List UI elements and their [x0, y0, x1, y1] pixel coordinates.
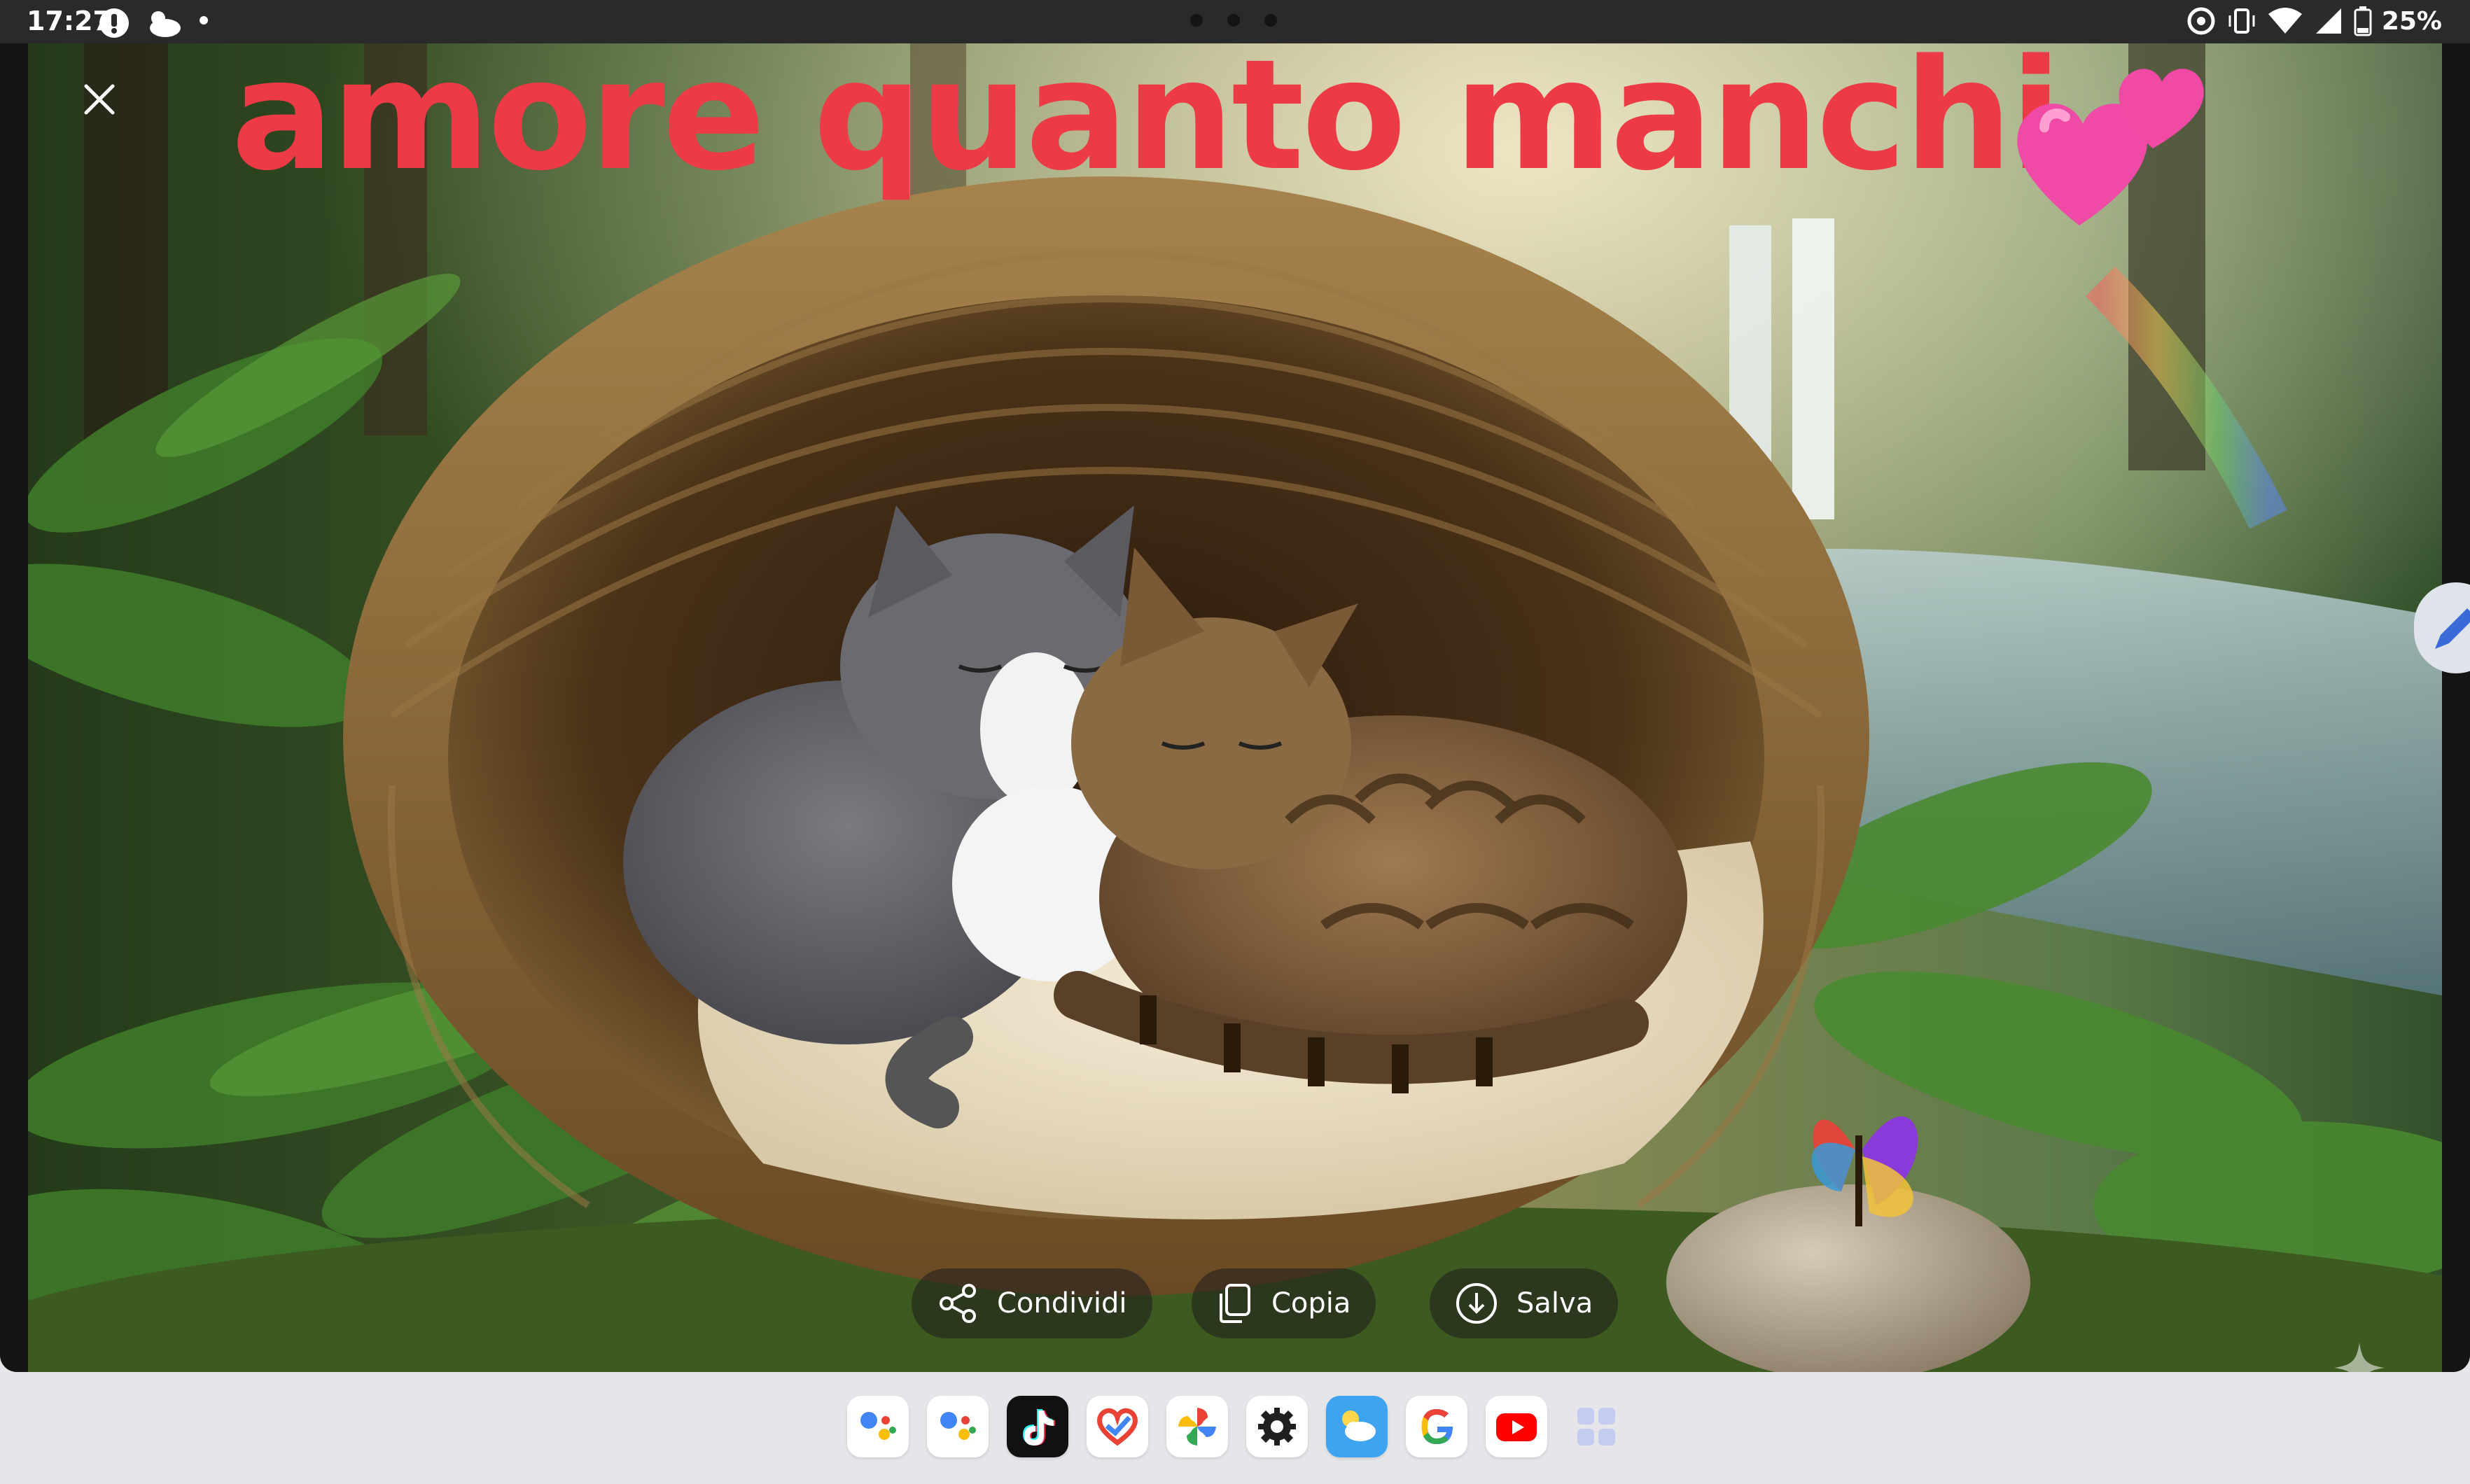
close-icon: [84, 84, 115, 115]
sparkle-watermark-icon: [2334, 1343, 2385, 1372]
battery-icon: [2354, 6, 2372, 36]
dock-app-list: [847, 1396, 1627, 1457]
dot: [1264, 14, 1277, 27]
caption-overlay-text: amore quanto manchi: [231, 27, 2062, 204]
google-assistant-icon[interactable]: [927, 1396, 989, 1457]
pencil-icon: [2435, 608, 2470, 649]
battery-percentage: 25%: [2381, 6, 2442, 36]
data-saver-icon: [2187, 7, 2215, 35]
status-indicators: 25%: [2186, 6, 2442, 36]
app-drawer-icon[interactable]: [1565, 1396, 1627, 1457]
share-button[interactable]: Condividi: [912, 1268, 1152, 1338]
youtube-icon[interactable]: [1486, 1396, 1547, 1457]
weather-cloudy-icon: [150, 11, 181, 37]
taskbar-dock: [0, 1372, 2470, 1484]
wifi-icon: [2268, 8, 2302, 34]
copy-icon: [1220, 1284, 1250, 1323]
save-label: Salva: [1516, 1287, 1593, 1320]
copy-label: Copia: [1271, 1287, 1351, 1320]
dot: [1190, 14, 1203, 27]
health-icon[interactable]: [1087, 1396, 1148, 1457]
vibrate-icon: [2228, 8, 2255, 34]
settings-icon[interactable]: [1246, 1396, 1308, 1457]
close-button[interactable]: [71, 71, 127, 127]
share-label: Condividi: [997, 1287, 1127, 1320]
pinwheel-photos-icon[interactable]: [1166, 1396, 1228, 1457]
notification-dot-icon: [200, 16, 208, 24]
share-icon: [940, 1284, 976, 1323]
save-button[interactable]: Salva: [1430, 1268, 1619, 1338]
more-options-handle[interactable]: [1190, 10, 1277, 31]
tiktok-icon[interactable]: [1007, 1396, 1068, 1457]
screen: amore quanto manchi Condividi Copia Salv…: [0, 0, 2470, 1484]
weather-icon[interactable]: [1326, 1396, 1388, 1457]
generated-image[interactable]: amore quanto manchi Condividi Copia Salv…: [28, 15, 2442, 1372]
download-icon: [1456, 1283, 1497, 1324]
image-viewer: amore quanto manchi Condividi Copia Salv…: [0, 15, 2470, 1372]
google-icon[interactable]: [1406, 1396, 1467, 1457]
notification-alert-icon: [99, 8, 129, 38]
google-assistant-icon[interactable]: [847, 1396, 909, 1457]
two-hearts-icon: [2017, 69, 2204, 225]
cell-signal-icon: [2315, 8, 2341, 34]
copy-button[interactable]: Copia: [1192, 1268, 1376, 1338]
dot: [1227, 14, 1240, 27]
